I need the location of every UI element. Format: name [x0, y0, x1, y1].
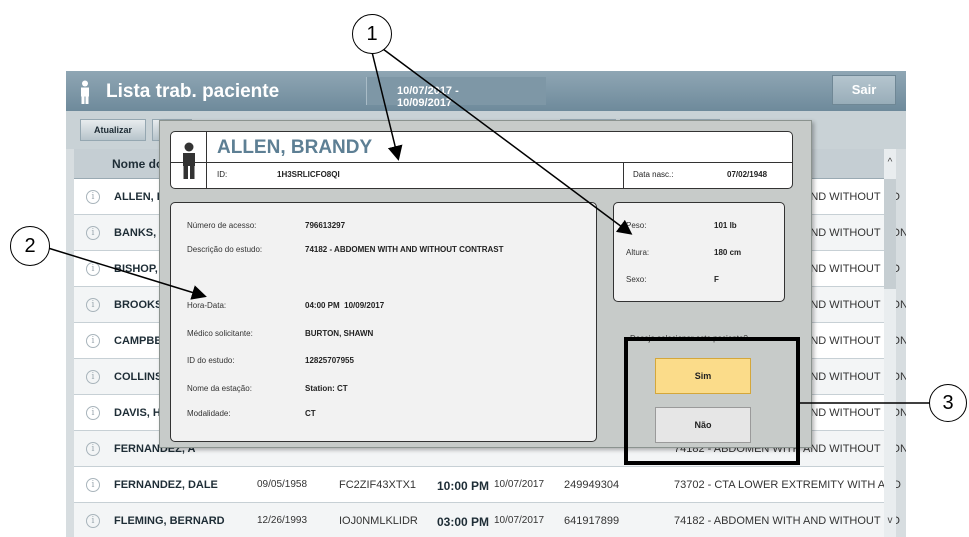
callout-3: 3	[929, 384, 967, 422]
datetime-value: 04:00 PM 10/09/2017	[305, 301, 385, 310]
exit-button[interactable]: Sair	[832, 75, 896, 105]
cell-accession: 641917899	[564, 515, 620, 527]
info-icon[interactable]: i	[86, 334, 100, 348]
cell-time: 10:00 PM	[437, 479, 490, 493]
study-details: Número de acesso: 796613297 Descrição do…	[170, 202, 597, 442]
physician-value: BURTON, SHAWN	[305, 329, 374, 338]
header-divider	[623, 162, 624, 188]
accession-label: Número de acesso:	[187, 221, 257, 230]
info-icon[interactable]: i	[86, 262, 100, 276]
cell-name: FERNANDEZ, DALE	[114, 479, 218, 491]
table-row[interactable]: i FLEMING, BERNARD 12/26/1993 IOJ0NMLKLIDR 0…	[74, 503, 900, 537]
table-row[interactable]: i FERNANDEZ, DALE 09/05/1958 FC2ZIF43XTX1 10…	[74, 467, 901, 503]
sex-value: F	[714, 275, 719, 284]
worklist-window: Lista trab. paciente 10/07/2017 - 10/09/…	[66, 71, 906, 537]
info-icon[interactable]: i	[86, 406, 100, 420]
cell-dob: 12/26/1993	[257, 515, 308, 526]
refresh-button[interactable]: Atualizar	[80, 119, 146, 141]
study-id-label: ID do estudo:	[187, 356, 235, 365]
cell-date: 10/07/2017	[494, 479, 545, 490]
cell-date: 10/07/2017	[494, 515, 545, 526]
dob-value: 07/02/1948	[727, 170, 768, 179]
sex-label: Sexo:	[626, 275, 647, 284]
header-divider	[206, 132, 207, 188]
cell-accession: 249949304	[564, 479, 620, 491]
vitals-box: Peso: 101 lb Altura: 180 cm Sexo: F	[613, 202, 785, 302]
scroll-down-icon[interactable]: v	[884, 515, 896, 526]
date-range[interactable]: 10/07/2017 - 10/09/2017	[366, 77, 546, 109]
patient-id: 1H3SRLICFO8QI	[277, 170, 340, 179]
accession-value: 796613297	[305, 221, 346, 230]
modality-label: Modalidade:	[187, 409, 231, 418]
info-icon[interactable]: i	[86, 190, 100, 204]
scroll-up-icon[interactable]: ^	[884, 157, 896, 168]
modality-value: CT	[305, 409, 316, 418]
info-icon[interactable]: i	[86, 226, 100, 240]
weight-value: 101 lb	[714, 221, 737, 230]
weight-label: Peso:	[626, 221, 647, 230]
description-value: 74182 - ABDOMEN WITH AND WITHOUT CONTRAS…	[305, 245, 504, 254]
callout-1: 1	[352, 14, 392, 54]
cell-study: 74182 - ABDOMEN WITH AND WITHOUT CO	[674, 515, 900, 527]
description-label: Descrição do estudo:	[187, 245, 263, 254]
title-bar: Lista trab. paciente 10/07/2017 - 10/09/…	[66, 71, 906, 111]
station-value: Station: CT	[305, 384, 348, 393]
highlight-box	[624, 337, 800, 465]
height-value: 180 cm	[714, 248, 742, 257]
patient-header: ALLEN, BRANDY ID: 1H3SRLICFO8QI Data nas…	[170, 131, 793, 189]
cell-patient-id: FC2ZIF43XTX1	[339, 479, 417, 491]
height-label: Altura:	[626, 248, 650, 257]
info-icon[interactable]: i	[86, 514, 100, 528]
physician-label: Médico solicitante:	[187, 329, 253, 338]
cell-patient-id: IOJ0NMLKLIDR	[339, 515, 418, 527]
scroll-thumb[interactable]	[884, 179, 896, 289]
cell-dob: 09/05/1958	[257, 479, 308, 490]
cell-name: FLEMING, BERNARD	[114, 515, 225, 527]
info-icon[interactable]: i	[86, 442, 100, 456]
header-divider	[171, 162, 792, 163]
dob-label: Data nasc.:	[633, 170, 674, 179]
cell-time: 03:00 PM	[437, 515, 490, 529]
study-id-value: 12825707955	[305, 356, 354, 365]
info-icon[interactable]: i	[86, 478, 100, 492]
datetime-label: Hora-Data:	[187, 301, 227, 310]
app-title: Lista trab. paciente	[106, 81, 280, 102]
vertical-scrollbar[interactable]: ^ v	[884, 149, 896, 537]
info-icon[interactable]: i	[86, 370, 100, 384]
patient-name: ALLEN, BRANDY	[217, 137, 373, 158]
info-icon[interactable]: i	[86, 298, 100, 312]
patient-id-label: ID:	[217, 170, 228, 179]
patient-icon	[81, 80, 89, 104]
cell-study: 73702 - CTA LOWER EXTREMITY WITH AND	[674, 479, 901, 491]
callout-2: 2	[10, 226, 50, 266]
station-label: Nome da estação:	[187, 384, 252, 393]
patient-icon	[183, 142, 195, 179]
